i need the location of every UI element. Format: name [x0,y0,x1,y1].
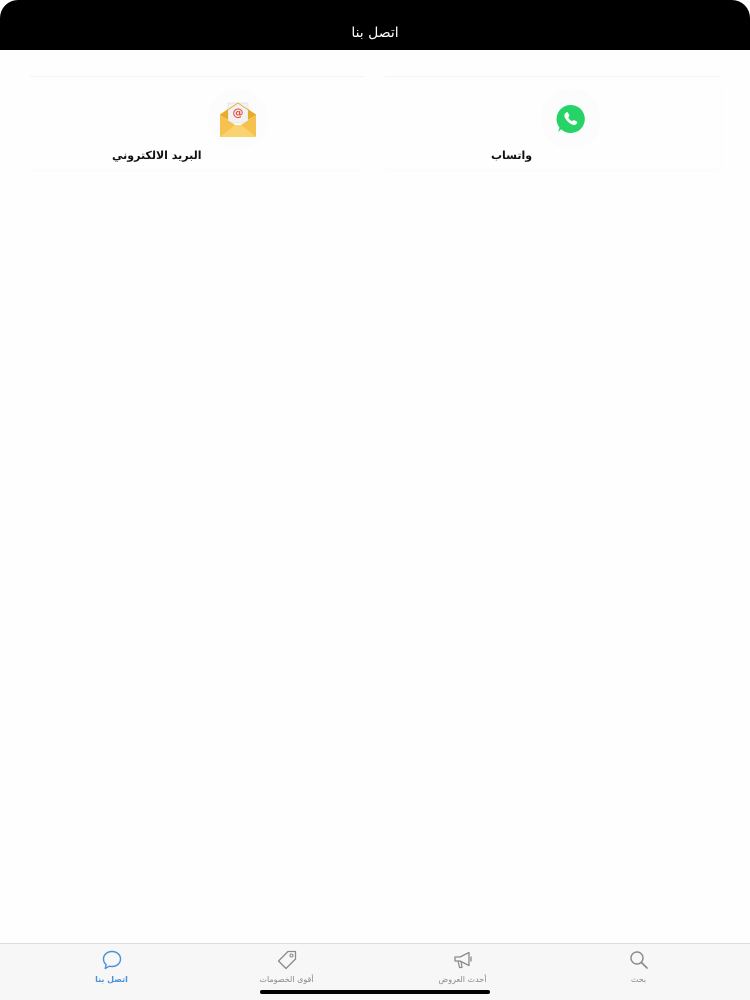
tab-label: بحث [630,975,647,984]
email-contact-button[interactable]: @ البريد الالكتروني [30,76,365,169]
tab-latest-offers[interactable]: أحدث العروض [369,944,556,989]
tab-label: اتصل بنا [95,975,128,984]
tab-label: أقوى الخصومات [259,975,314,984]
megaphone-icon [453,951,472,969]
home-indicator [260,990,490,994]
tab-search[interactable]: بحث [545,944,732,989]
tab-best-discounts[interactable]: أقوى الخصومات [193,944,380,989]
email-label: البريد الالكتروني [112,149,202,162]
contact-us-screen: اتصل بنا واتساب @ البريد الالكتروني اتصل… [0,0,750,1000]
whatsapp-icon [556,104,585,133]
header-bar: اتصل بنا [0,0,750,50]
price-tag-icon [277,950,296,970]
email-icon-wrap: @ [208,89,268,149]
email-envelope-icon: @ [219,102,257,137]
tab-label: أحدث العروض [438,975,487,984]
whatsapp-label: واتساب [491,149,533,162]
tab-contact-us[interactable]: اتصل بنا [18,944,205,989]
page-title: اتصل بنا [351,25,399,41]
whatsapp-icon-wrap [541,89,601,149]
search-icon [629,951,648,969]
svg-text:@: @ [233,106,244,119]
chat-bubble-icon [102,950,121,970]
whatsapp-contact-button[interactable]: واتساب [385,76,720,169]
